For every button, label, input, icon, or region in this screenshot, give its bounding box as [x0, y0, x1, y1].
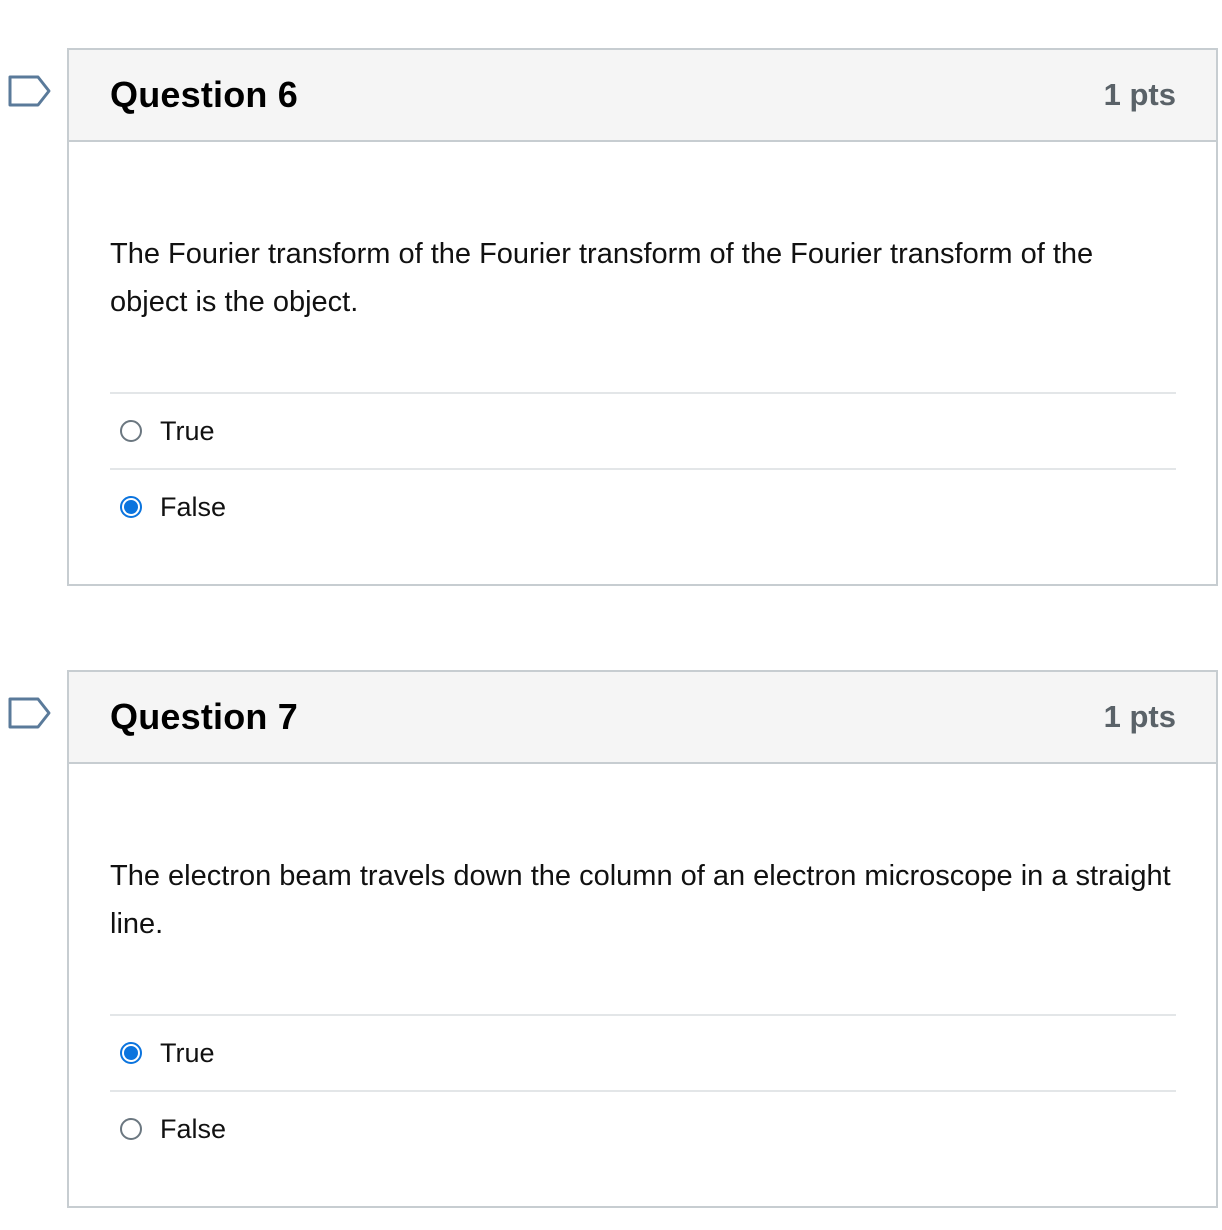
flag-question-icon[interactable] [8, 697, 52, 729]
answer-option-false[interactable]: False [110, 470, 1176, 544]
question-text: The electron beam travels down the colum… [110, 860, 1171, 940]
answer-label: False [160, 491, 227, 522]
flag-question-icon[interactable] [8, 75, 52, 107]
answer-option-false[interactable]: False [110, 1092, 1176, 1166]
answer-list: True False [110, 392, 1176, 544]
question-title: Question 6 [110, 74, 299, 115]
question-7-card: Question 7 1 pts The electron beam trave… [67, 670, 1218, 1208]
answer-label: True [160, 1037, 215, 1068]
question-body: The Fourier transform of the Fourier tra… [69, 142, 1216, 544]
question-6-card: Question 6 1 pts The Fourier transform o… [67, 48, 1218, 586]
question-text: The Fourier transform of the Fourier tra… [110, 238, 1094, 318]
question-header: Question 6 1 pts [69, 50, 1216, 142]
radio-unselected[interactable] [120, 420, 142, 442]
answer-option-true[interactable]: True [110, 394, 1176, 470]
answer-option-true[interactable]: True [110, 1016, 1176, 1092]
question-body: The electron beam travels down the colum… [69, 764, 1216, 1166]
answer-label: False [160, 1113, 227, 1144]
radio-selected[interactable] [120, 496, 142, 518]
question-points: 1 pts [1103, 77, 1176, 112]
radio-unselected[interactable] [120, 1118, 142, 1140]
question-title: Question 7 [110, 696, 299, 737]
question-points: 1 pts [1103, 699, 1176, 734]
answer-label: True [160, 415, 215, 446]
question-header: Question 7 1 pts [69, 672, 1216, 764]
radio-selected[interactable] [120, 1042, 142, 1064]
answer-list: True False [110, 1014, 1176, 1166]
